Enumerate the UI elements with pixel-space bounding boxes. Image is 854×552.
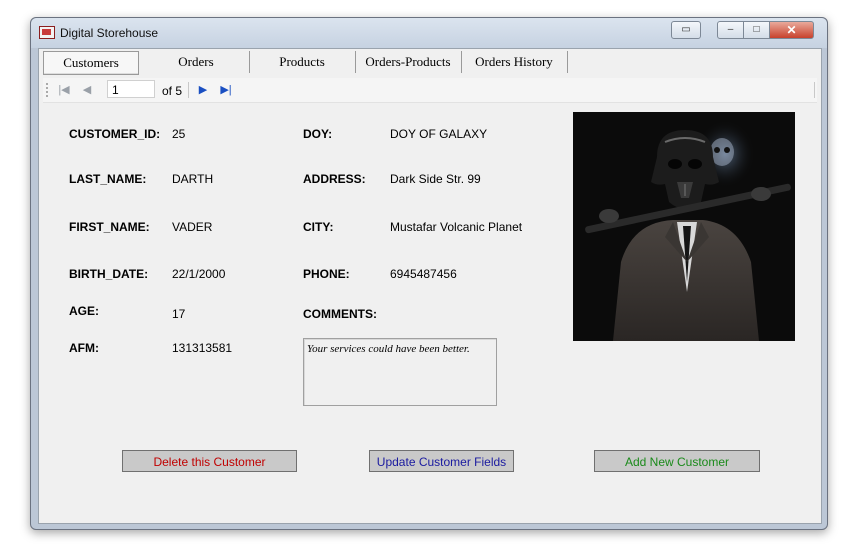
address-label: ADDRESS: [303, 172, 366, 186]
move-next-icon[interactable]: ▶ [195, 82, 211, 98]
tab-orders-history[interactable]: Orders History [461, 51, 568, 73]
move-previous-icon[interactable]: ◀ [79, 82, 95, 98]
tab-strip: Customers Orders Products Orders-Product… [43, 51, 817, 75]
delete-customer-label: Delete this Customer [153, 455, 266, 469]
toolbar-grip[interactable] [46, 83, 48, 97]
phone-value: 6945487456 [390, 267, 457, 281]
update-customer-label: Update Customer Fields [376, 455, 507, 469]
city-value: Mustafar Volcanic Planet [390, 220, 523, 234]
toolbar-end-separator [814, 82, 815, 98]
caption-extra-button[interactable]: ▭ [671, 21, 701, 39]
last-name-label: LAST_NAME: [69, 172, 147, 186]
customer-photo-image [573, 112, 795, 341]
doy-label: DOY: [303, 127, 333, 141]
address-value: Dark Side Str. 99 [390, 172, 481, 186]
first-name-label: FIRST_NAME: [69, 220, 150, 234]
client-area: Customers Orders Products Orders-Product… [38, 48, 822, 524]
move-first-icon[interactable]: |◀ [56, 82, 72, 98]
birth-date-value: 22/1/2000 [172, 267, 226, 281]
minimize-button[interactable]: – [717, 21, 744, 39]
app-icon [39, 26, 55, 39]
customer-id-value: 25 [172, 127, 186, 141]
tab-orders-products[interactable]: Orders-Products [355, 51, 462, 73]
tab-customers[interactable]: Customers [43, 51, 139, 75]
doy-value: DOY OF GALAXY [390, 127, 488, 141]
first-name-value: VADER [172, 220, 213, 234]
app-window: Digital Storehouse ▭ – □ ✕ Customers Ord… [30, 17, 828, 530]
customer-id-label: CUSTOMER_ID: [69, 127, 161, 141]
close-button[interactable]: ✕ [769, 21, 814, 39]
tab-orders[interactable]: Orders [143, 51, 250, 73]
city-label: CITY: [303, 220, 334, 234]
afm-label: AFM: [69, 341, 99, 355]
maximize-button[interactable]: □ [743, 21, 770, 39]
add-customer-button[interactable]: Add New Customer [594, 450, 760, 472]
phone-label: PHONE: [303, 267, 350, 281]
age-value: 17 [172, 307, 186, 321]
position-input[interactable]: 1 [107, 80, 155, 98]
age-label: AGE: [69, 304, 99, 318]
record-count-label: of 5 [162, 84, 183, 98]
delete-customer-button[interactable]: Delete this Customer [122, 450, 297, 472]
toolbar-separator [188, 82, 189, 98]
comments-label: COMMENTS: [303, 307, 377, 321]
customer-photo [573, 112, 795, 341]
birth-date-label: BIRTH_DATE: [69, 267, 149, 281]
update-customer-button[interactable]: Update Customer Fields [369, 450, 514, 472]
window-title: Digital Storehouse [60, 26, 159, 40]
last-name-value: DARTH [172, 172, 214, 186]
comments-textbox[interactable]: Your services could have been better. [303, 338, 497, 406]
add-customer-label: Add New Customer [624, 455, 730, 469]
move-last-icon[interactable]: ▶| [218, 82, 234, 98]
tab-products[interactable]: Products [249, 51, 356, 73]
binding-navigator: |◀ ◀ 1 of 5 ▶ ▶| [43, 78, 817, 103]
title-bar[interactable]: Digital Storehouse ▭ – □ ✕ [31, 18, 827, 48]
afm-value: 131313581 [172, 341, 233, 355]
